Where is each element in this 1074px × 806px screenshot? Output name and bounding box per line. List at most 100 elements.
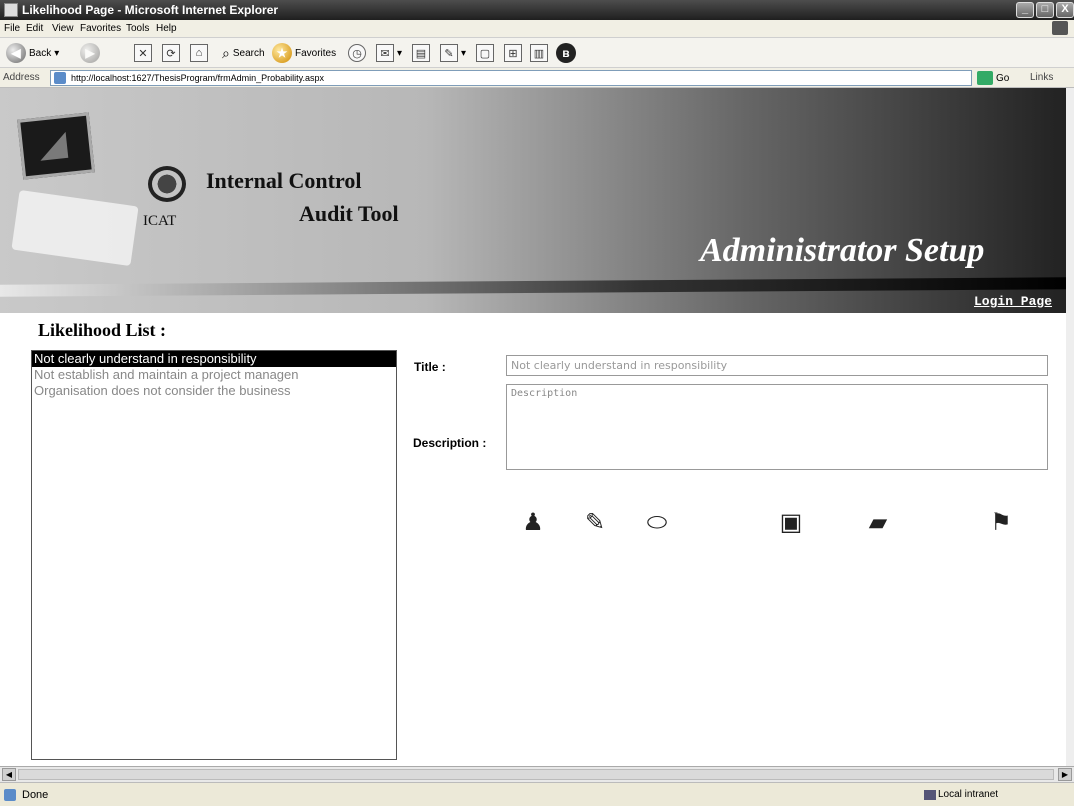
cancel-stamp-icon: ▰	[868, 509, 888, 536]
favorites-button[interactable]: ★ Favorites	[272, 42, 336, 64]
section-title: Administrator Setup	[700, 232, 985, 269]
edit-page-button[interactable]: ✎ ▾	[440, 42, 466, 64]
menu-edit[interactable]: Edit	[26, 23, 43, 34]
mail-icon: ✉	[376, 44, 394, 62]
stop-button[interactable]: ✕	[134, 42, 152, 64]
links-button[interactable]: Links	[1030, 72, 1053, 83]
status-text: Done	[22, 789, 49, 801]
menu-tools[interactable]: Tools	[126, 23, 149, 34]
app-name-line1: Internal Control	[206, 168, 362, 193]
signpost-icon: ⚑	[990, 509, 1012, 536]
floppy-disk-icon: ▣	[779, 509, 803, 536]
messenger-icon: ⊞	[504, 44, 522, 62]
star-icon: ★	[272, 43, 292, 63]
edit-button[interactable]: ✎	[578, 506, 612, 540]
page-content: ICAT Internal Control Audit Tool Adminis…	[0, 88, 1066, 766]
history-icon: ◷	[348, 44, 366, 62]
address-url: http://localhost:1627/ThesisProgram/frmA…	[71, 73, 324, 83]
go-button[interactable]: Go	[977, 70, 1009, 86]
home-icon: ⌂	[190, 44, 208, 62]
forward-button[interactable]: ▶	[80, 42, 100, 64]
scroll-thumb[interactable]	[18, 769, 1054, 780]
back-arrow-icon: ◀	[6, 43, 26, 63]
title-label: Title :	[414, 360, 446, 374]
recycle-logo-icon	[148, 166, 186, 202]
address-input[interactable]: http://localhost:1627/ThesisProgram/frmA…	[50, 70, 972, 86]
bluetooth-button[interactable]: ʙ	[556, 42, 576, 64]
chalkboard-graphic	[17, 112, 95, 180]
close-button[interactable]: X	[1056, 2, 1074, 18]
home-button[interactable]: ⌂	[190, 42, 208, 64]
address-bar: Address http://localhost:1627/ThesisProg…	[0, 68, 1074, 88]
list-item[interactable]: Organisation does not consider the busin…	[32, 383, 396, 399]
mail-button[interactable]: ✉ ▾	[376, 42, 402, 64]
back-label: Back	[29, 47, 52, 59]
app-name-line2: Audit Tool	[299, 201, 399, 226]
delete-button[interactable]: ⬭	[640, 506, 674, 540]
back-button[interactable]: ◀ Back ▾	[6, 42, 59, 64]
add-button[interactable]: ♟	[516, 506, 550, 540]
scroll-right-icon[interactable]: ▶	[1058, 768, 1072, 781]
chevron-down-icon: ▾	[54, 47, 60, 59]
header-banner: ICAT Internal Control Audit Tool Adminis…	[0, 88, 1066, 313]
search-label: Search	[232, 47, 265, 59]
save-button[interactable]: ▣	[774, 506, 808, 540]
go-label: Go	[996, 72, 1010, 84]
page-done-icon	[4, 789, 16, 801]
stop-icon: ✕	[134, 44, 152, 62]
bluetooth-icon: ʙ	[556, 43, 576, 63]
description-label: Description :	[413, 436, 487, 450]
go-arrow-icon	[977, 71, 993, 85]
discuss-button[interactable]: ▢	[476, 42, 494, 64]
vertical-scrollbar[interactable]	[1066, 88, 1074, 766]
list-item[interactable]: Not clearly understand in responsibility	[32, 351, 396, 367]
menu-favorites[interactable]: Favorites	[80, 23, 121, 34]
paper-graphic	[11, 189, 139, 267]
description-textarea[interactable]: Description	[506, 384, 1048, 470]
exit-button[interactable]: ⚑	[984, 506, 1018, 540]
page-icon	[54, 72, 66, 84]
security-zone: Local intranet	[938, 789, 999, 800]
history-button[interactable]: ◷	[348, 42, 366, 64]
print-button[interactable]: ▤	[412, 42, 430, 64]
cancel-button[interactable]: ▰	[856, 506, 900, 540]
add-user-icon: ♟	[522, 509, 544, 536]
horizontal-scrollbar[interactable]: ◀ ▶	[0, 766, 1074, 782]
favorites-label: Favorites	[295, 47, 337, 59]
toolbar: ◀ Back ▾ ▶ ✕ ⟳ ⌂ ⌕ Search ★ Favorites ◷ …	[0, 38, 1074, 68]
title-input[interactable]	[506, 355, 1048, 376]
scroll-left-icon[interactable]: ◀	[2, 768, 16, 781]
likelihood-list-title: Likelihood List :	[38, 320, 167, 340]
search-icon: ⌕	[222, 44, 230, 61]
likelihood-listbox[interactable]: Not clearly understand in responsibility…	[31, 350, 397, 760]
intranet-icon	[924, 790, 936, 800]
maximize-button[interactable]: □	[1036, 2, 1054, 18]
windows-flag-icon	[1052, 21, 1068, 35]
banner-stripe	[0, 277, 1066, 297]
list-item[interactable]: Not establish and maintain a project man…	[32, 367, 396, 383]
browser-window: Likelihood Page - Microsoft Internet Exp…	[0, 0, 1074, 806]
minimize-button[interactable]: _	[1016, 2, 1034, 18]
status-bar: Done Local intranet	[0, 782, 1074, 806]
messenger-button[interactable]: ⊞	[504, 42, 522, 64]
title-bar: Likelihood Page - Microsoft Internet Exp…	[0, 0, 1074, 20]
window-title: Likelihood Page - Microsoft Internet Exp…	[22, 3, 279, 17]
logo-text: ICAT	[143, 213, 177, 229]
forward-arrow-icon: ▶	[80, 43, 100, 63]
research-button[interactable]: ▥	[530, 42, 548, 64]
menu-file[interactable]: File	[4, 23, 20, 34]
menu-help[interactable]: Help	[156, 23, 177, 34]
refresh-button[interactable]: ⟳	[162, 42, 180, 64]
refresh-icon: ⟳	[162, 44, 180, 62]
login-page-link[interactable]: Login Page	[974, 294, 1052, 309]
print-icon: ▤	[412, 44, 430, 62]
address-label: Address	[3, 72, 40, 83]
ie-icon	[4, 3, 18, 17]
search-button[interactable]: ⌕ Search	[222, 42, 265, 64]
menu-bar: File Edit View Favorites Tools Help	[0, 20, 1074, 38]
menu-view[interactable]: View	[52, 23, 74, 34]
edit-page-icon: ✎	[440, 44, 458, 62]
discuss-icon: ▢	[476, 44, 494, 62]
chevron-down-icon: ▾	[397, 47, 403, 59]
eraser-icon: ⬭	[646, 509, 668, 536]
